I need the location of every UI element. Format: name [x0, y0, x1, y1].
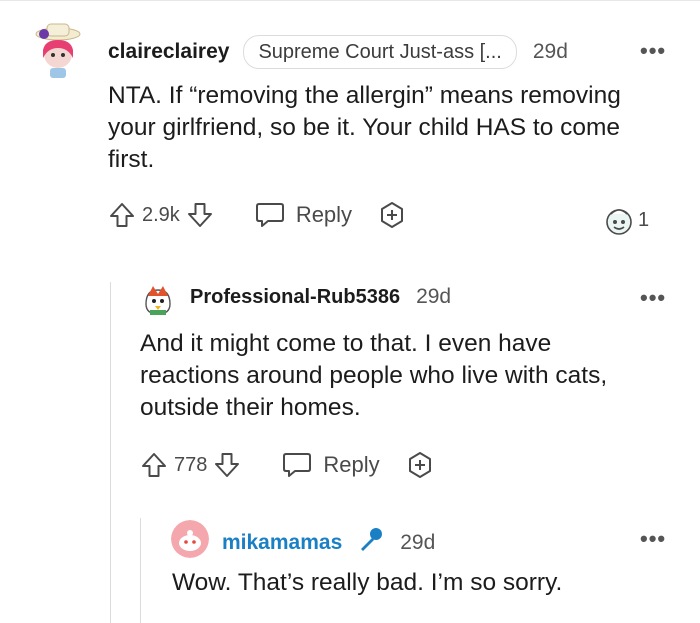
upvote-icon[interactable] — [108, 201, 136, 229]
user-avatar[interactable] — [30, 20, 86, 80]
avatar-icon — [35, 23, 81, 78]
reply-label: Reply — [323, 452, 380, 477]
comment-age: 29d — [532, 40, 568, 63]
reply-icon — [283, 453, 312, 477]
user-avatar[interactable] — [171, 520, 209, 558]
microphone-icon — [356, 526, 384, 559]
avatar-icon — [140, 282, 176, 318]
thread-line[interactable] — [110, 282, 111, 623]
more-options-button[interactable]: ••• — [640, 285, 666, 311]
award-button[interactable] — [378, 200, 406, 230]
reply-icon — [255, 203, 284, 227]
more-options-button[interactable]: ••• — [640, 38, 666, 64]
more-options-button[interactable]: ••• — [640, 526, 666, 552]
reply-label: Reply — [295, 202, 353, 227]
thread-line[interactable] — [140, 518, 141, 623]
user-avatar[interactable] — [140, 282, 176, 318]
vote-count: 778 — [174, 453, 208, 476]
comment-age: 29d — [416, 285, 452, 308]
downvote-icon[interactable] — [186, 201, 214, 229]
comment-body: NTA. If “removing the allergin” means re… — [108, 82, 621, 173]
username[interactable]: Professional-Rub5386 — [190, 286, 400, 309]
award-count: 1 — [638, 208, 650, 231]
award-icon — [606, 209, 632, 235]
avatar-icon — [171, 520, 209, 558]
username[interactable]: mikamamas — [222, 531, 342, 555]
username[interactable]: claireclairey — [108, 40, 229, 64]
vote-count: 2.9k — [142, 203, 180, 226]
award-plus-icon — [381, 202, 404, 228]
reply-button[interactable]: Reply — [281, 450, 380, 480]
upvote-icon[interactable] — [140, 451, 168, 479]
reply-button[interactable]: Reply — [254, 200, 352, 230]
award-plus-icon — [408, 452, 431, 478]
user-flair: Supreme Court Just-ass [... — [243, 35, 517, 69]
top-divider — [0, 0, 700, 1]
comment-body: Wow. That’s really bad. I’m so sorry. — [172, 569, 563, 596]
comment-age: 29d — [400, 530, 436, 554]
award-button[interactable] — [406, 450, 434, 480]
downvote-icon[interactable] — [213, 451, 241, 479]
award-display[interactable]: 1 — [602, 204, 649, 236]
comment-body: And it might come to that. I even have r… — [140, 330, 608, 421]
